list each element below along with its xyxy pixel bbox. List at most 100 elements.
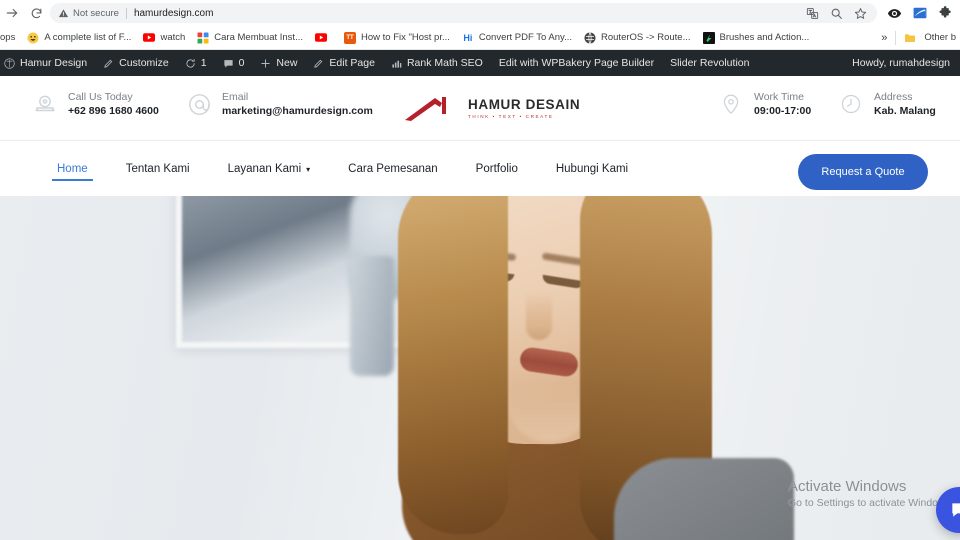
omnibox-divider (125, 7, 127, 19)
bookmarks-overflow-button[interactable]: » (881, 32, 887, 44)
adminbar-howdy[interactable]: Howdy, rumahdesign (852, 57, 960, 69)
adminbar-rank-math-label: Rank Math SEO (406, 57, 483, 69)
adminbar-edit-page[interactable]: Edit Page (305, 50, 383, 76)
nav-item-portfolio[interactable]: Portfolio (457, 141, 537, 197)
bar-chart-icon (391, 58, 402, 69)
logo-tagline: THINK • TEXT • CREATE (468, 113, 554, 119)
contact-work-time: Work Time 09:00-17:00 (718, 90, 811, 118)
bookmark-item[interactable]: Brushes and Action... (697, 28, 816, 48)
zoom-search-icon[interactable] (830, 7, 843, 20)
bookmark-label: RouterOS -> Route... (601, 32, 691, 43)
logo-name: HAMUR DESAIN (468, 97, 581, 113)
pencil-icon (103, 58, 114, 69)
bookmark-item[interactable]: A complete list of F... (21, 28, 137, 48)
nav-item-label: Portfolio (475, 163, 518, 175)
nav-item-label: Tentan Kami (125, 163, 190, 175)
adminbar-new[interactable]: New (252, 50, 305, 76)
warning-icon (58, 8, 69, 19)
contact-info-row: Call Us Today +62 896 1680 4600 Email ma… (0, 76, 960, 140)
adminbar-comments-count: 0 (238, 57, 245, 69)
address-bar[interactable]: Not secure hamurdesign.com (50, 3, 877, 23)
extensions-puzzle-icon[interactable] (938, 6, 952, 20)
bookmark-label: ops (0, 32, 16, 43)
wordpress-logo-icon (4, 57, 15, 69)
site-header: Call Us Today +62 896 1680 4600 Email ma… (0, 76, 960, 140)
nav-item-label: Cara Pemesanan (348, 163, 438, 175)
bookmark-item[interactable]: watch (137, 28, 191, 48)
bookmark-item[interactable]: Cara Membuat Inst... (191, 28, 309, 48)
bookmark-item[interactable]: TT How to Fix "Host pr... (338, 28, 456, 48)
bookmark-item[interactable]: Hi Convert PDF To Any... (456, 28, 578, 48)
dark-green-favicon-icon (702, 31, 715, 44)
contact-address: Address Kab. Malang (838, 90, 936, 118)
bookmark-label: How to Fix "Host pr... (360, 32, 450, 43)
bookmark-label: A complete list of F... (44, 32, 132, 43)
nav-item-hubungi-kami[interactable]: Hubungi Kami (537, 141, 647, 197)
bookmark-item[interactable]: ops (0, 28, 21, 48)
omnibox-actions (806, 7, 869, 20)
translate-icon[interactable] (806, 7, 819, 20)
hair-front-left (398, 196, 508, 534)
contact-text: Address Kab. Malang (874, 90, 936, 118)
update-refresh-icon (185, 58, 196, 69)
eye-icon[interactable] (887, 6, 902, 21)
nav-item-tentan-kami[interactable]: Tentan Kami (107, 141, 209, 197)
forward-arrow-icon[interactable] (0, 1, 24, 25)
contact-text: Work Time 09:00-17:00 (754, 90, 811, 118)
adminbar-slider-revolution-label: Slider Revolution (670, 57, 750, 69)
adminbar-comments[interactable]: 0 (215, 50, 253, 76)
contact-call-us: Call Us Today +62 896 1680 4600 (32, 90, 159, 118)
bookmark-label: Cara Membuat Inst... (214, 32, 303, 43)
adminbar-slider-revolution[interactable]: Slider Revolution (662, 50, 757, 76)
request-a-quote-button[interactable]: Request a Quote (798, 154, 928, 190)
nav-item-layanan-kami[interactable]: Layanan Kami ▾ (209, 141, 330, 197)
adminbar-customize[interactable]: Customize (95, 50, 177, 76)
bookmark-item[interactable]: RouterOS -> Route... (578, 28, 697, 48)
adminbar-updates-count: 1 (200, 57, 207, 69)
adminbar-site-name[interactable]: Hamur Design (0, 50, 95, 76)
reload-icon[interactable] (24, 1, 48, 25)
contact-value: Kab. Malang (874, 105, 936, 118)
hero-background-photo (0, 196, 960, 540)
site-logo[interactable]: HAMUR DESAIN THINK • TEXT • CREATE (404, 96, 580, 122)
orange-favicon-icon: TT (343, 31, 356, 44)
adminbar-wpbakery[interactable]: Edit with WPBakery Page Builder (491, 50, 662, 76)
youtube-favicon-icon (143, 32, 156, 44)
google-favicon-icon (197, 32, 209, 44)
browser-toolbar: Not secure hamurdesign.com (0, 0, 960, 26)
main-nav: Home Tentan Kami Layanan Kami ▾ Cara Pem… (38, 141, 647, 197)
phone-icon (32, 91, 58, 117)
contact-text: Call Us Today +62 896 1680 4600 (68, 90, 159, 118)
contact-value: +62 896 1680 4600 (68, 105, 159, 118)
bookmark-label: watch (160, 32, 186, 43)
adminbar-updates[interactable]: 1 (177, 50, 215, 76)
folder-icon (904, 32, 916, 44)
hi-blue-favicon-icon: Hi (461, 31, 474, 44)
nav-item-label: Hubungi Kami (555, 163, 629, 175)
youtube-favicon-icon (314, 32, 327, 44)
nav-item-home[interactable]: Home (38, 141, 107, 197)
nav-item-cara-pemesanan[interactable]: Cara Pemesanan (329, 141, 457, 197)
bookmark-item[interactable] (309, 28, 338, 48)
adminbar-edit-page-label: Edit Page (329, 57, 375, 69)
url-text: hamurdesign.com (133, 7, 214, 19)
bookmark-label: Convert PDF To Any... (478, 32, 572, 43)
plus-icon (260, 58, 271, 69)
adminbar-site-name-label: Hamur Design (20, 57, 88, 69)
logo-text: HAMUR DESAIN THINK • TEXT • CREATE (468, 98, 580, 119)
hero-section: SELAMAT DATANG DI HAMUR DESIGN Jasa Desa… (0, 196, 960, 540)
bookmarks-bar: ops A complete list of F... watch Cara M… (0, 26, 960, 50)
nose (526, 292, 552, 340)
extension-blue-icon[interactable] (913, 6, 927, 20)
wordpress-admin-bar: Hamur Design Customize 1 0 New Edit Page… (0, 50, 960, 76)
nav-item-label: Layanan Kami (227, 163, 302, 175)
bookmarks-divider (895, 30, 897, 45)
contact-label: Address (874, 91, 913, 103)
contact-value: marketing@hamurdesign.com (222, 105, 373, 118)
other-bookmarks-label[interactable]: Other b (924, 32, 956, 43)
smiley-favicon-icon (27, 32, 39, 44)
adminbar-rank-math[interactable]: Rank Math SEO (383, 50, 491, 76)
bookmark-star-icon[interactable] (854, 7, 867, 20)
adminbar-customize-label: Customize (119, 57, 169, 69)
hero-woman-photo (384, 196, 794, 540)
